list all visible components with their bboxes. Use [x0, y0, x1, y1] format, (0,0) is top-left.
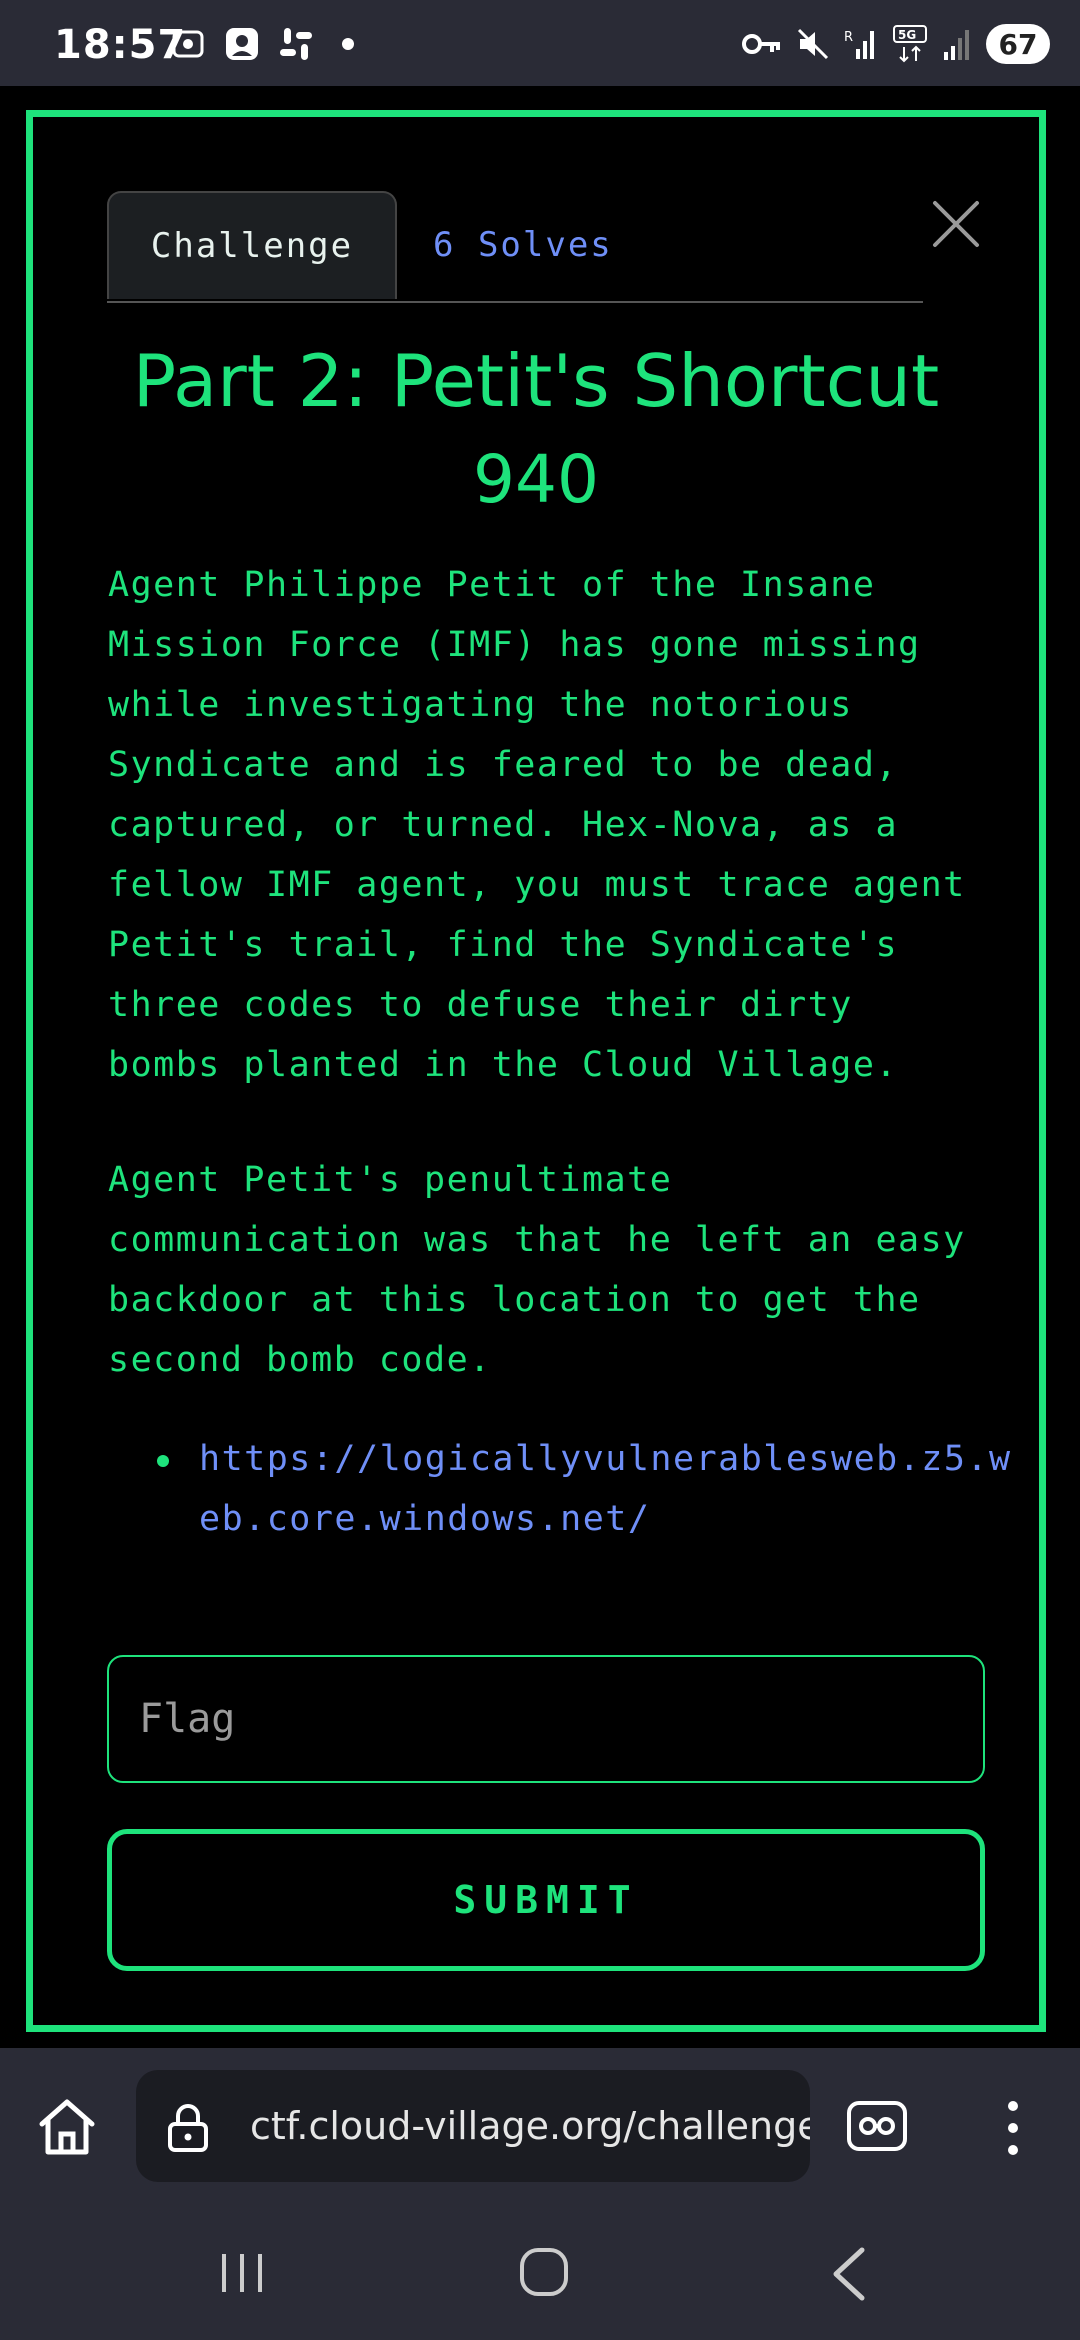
notification-dot-icon	[342, 38, 354, 50]
tab-challenge[interactable]: Challenge	[107, 191, 397, 299]
slack-icon	[280, 28, 312, 60]
submit-button[interactable]: SUBMIT	[107, 1829, 985, 1971]
screenshot-icon	[172, 30, 204, 58]
system-navigation-bar	[0, 2204, 1080, 2340]
back-icon[interactable]	[830, 2246, 868, 2302]
svg-text:5G: 5G	[898, 28, 916, 42]
recent-apps-icon[interactable]	[218, 2250, 266, 2296]
signal-icon	[944, 30, 969, 60]
status-left-icons	[170, 26, 354, 62]
close-icon[interactable]	[929, 197, 983, 251]
profile-icon	[226, 28, 258, 60]
svg-text:R: R	[844, 30, 853, 45]
challenge-title: Part 2: Petit's Shortcut	[132, 339, 940, 423]
address-bar[interactable]: ctf.cloud-village.org/challenges	[136, 2070, 810, 2182]
challenge-modal: Challenge 6 Solves Part 2: Petit's Short…	[26, 110, 1046, 2032]
home-button-icon[interactable]	[518, 2246, 570, 2298]
status-time: 18:57	[54, 22, 187, 68]
challenge-tabs: Challenge 6 Solves	[107, 191, 923, 303]
home-icon[interactable]	[34, 2094, 100, 2160]
vpn-key-icon	[742, 34, 780, 54]
bullet-icon	[157, 1455, 169, 1467]
more-options-icon[interactable]	[1000, 2098, 1026, 2158]
battery-indicator: 67	[986, 24, 1050, 64]
challenge-description-paragraph: Agent Petit's penultimate communication …	[108, 1160, 966, 1380]
5g-icon: 5G	[893, 25, 927, 63]
status-right-icons: R 5G 67	[742, 24, 1050, 64]
challenge-points: 940	[473, 441, 599, 518]
signal-r-icon: R	[844, 30, 874, 59]
challenge-description-paragraph: Agent Philippe Petit of the Insane Missi…	[108, 565, 966, 1085]
mute-icon	[797, 28, 829, 60]
flag-input[interactable]	[107, 1655, 985, 1783]
incognito-tabs-icon[interactable]	[846, 2100, 908, 2152]
browser-toolbar: ctf.cloud-village.org/challenges	[0, 2048, 1080, 2204]
url-text: ctf.cloud-village.org/challenges	[250, 2104, 810, 2148]
lock-icon	[168, 2104, 208, 2152]
challenge-link[interactable]: https://logicallyvulnerablesweb.z5.web.c…	[199, 1429, 1019, 1549]
tab-solves[interactable]: 6 Solves	[397, 191, 617, 299]
status-bar: 18:57 R 5G 67	[0, 0, 1080, 86]
